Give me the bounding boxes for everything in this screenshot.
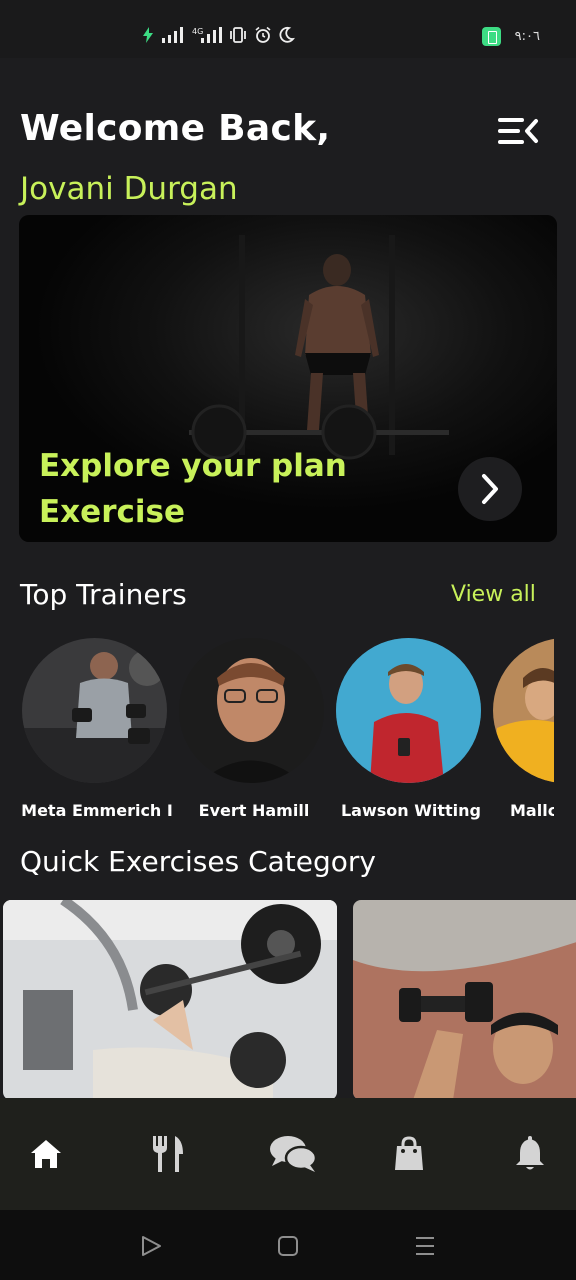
bottom-navigation xyxy=(0,1098,576,1210)
avatar xyxy=(22,638,167,783)
fork-knife-icon xyxy=(153,1136,183,1172)
user-name: Jovani Durgan xyxy=(20,171,238,207)
nav-shop[interactable] xyxy=(389,1134,429,1174)
hero-title-line1: Explore your plan xyxy=(39,448,347,484)
exercise-category-list xyxy=(0,900,576,1100)
charging-icon xyxy=(143,27,153,43)
clock: ٩:٠٦ xyxy=(514,29,540,44)
4g-signal-icon: 4G xyxy=(192,27,222,43)
home-square-icon[interactable] xyxy=(276,1234,300,1258)
status-icons: 4G xyxy=(142,26,295,44)
shopping-bag-icon xyxy=(395,1136,423,1170)
view-all-link[interactable]: View all xyxy=(451,582,536,607)
bell-icon xyxy=(516,1136,544,1170)
hero-title: Explore your plan Exercise xyxy=(39,443,347,535)
category-image xyxy=(353,900,576,1100)
status-right: ٩:٠٦ xyxy=(481,27,540,46)
svg-text:4G: 4G xyxy=(192,27,203,36)
recents-menu-icon[interactable] xyxy=(413,1234,437,1258)
trainer-name: Meta Emmerich I xyxy=(21,801,173,820)
nav-chat[interactable] xyxy=(268,1134,318,1174)
do-not-disturb-icon xyxy=(279,26,295,43)
back-triangle-icon[interactable] xyxy=(139,1234,163,1258)
trainer-name: Lawson Witting xyxy=(340,801,481,820)
welcome-heading: Welcome Back, xyxy=(20,108,331,149)
vibrate-icon xyxy=(230,27,246,43)
exercise-category-card[interactable] xyxy=(3,900,337,1100)
explore-next-button[interactable] xyxy=(458,457,522,521)
exercise-category-card[interactable] xyxy=(353,900,576,1100)
avatar xyxy=(493,638,554,783)
trainers-list: Meta Emmerich I Evert Hamill Lawson Witt… xyxy=(0,638,554,838)
nav-home[interactable] xyxy=(26,1134,66,1174)
avatar xyxy=(179,638,324,783)
chat-icon xyxy=(270,1136,318,1172)
category-image xyxy=(3,900,337,1100)
nav-notifications[interactable] xyxy=(510,1134,550,1174)
explore-plan-card[interactable]: Explore your plan Exercise xyxy=(19,215,557,542)
quick-exercises-title: Quick Exercises Category xyxy=(20,845,376,878)
battery-icon xyxy=(481,27,501,46)
status-bar: 4G ٩:٠٦ xyxy=(0,0,576,58)
hero-title-line2: Exercise xyxy=(39,494,185,530)
chevron-right-icon xyxy=(482,474,498,504)
nav-nutrition[interactable] xyxy=(147,1134,187,1174)
top-trainers-title: Top Trainers xyxy=(20,578,187,611)
home-icon xyxy=(31,1140,61,1168)
signal-icon xyxy=(162,27,183,43)
system-navigation xyxy=(0,1210,576,1280)
trainer-name: Evert Hamill xyxy=(198,801,310,820)
trainer-name: Mallc xyxy=(510,801,554,820)
menu-icon[interactable] xyxy=(496,112,540,150)
alarm-icon xyxy=(255,26,271,43)
avatar xyxy=(336,638,481,783)
